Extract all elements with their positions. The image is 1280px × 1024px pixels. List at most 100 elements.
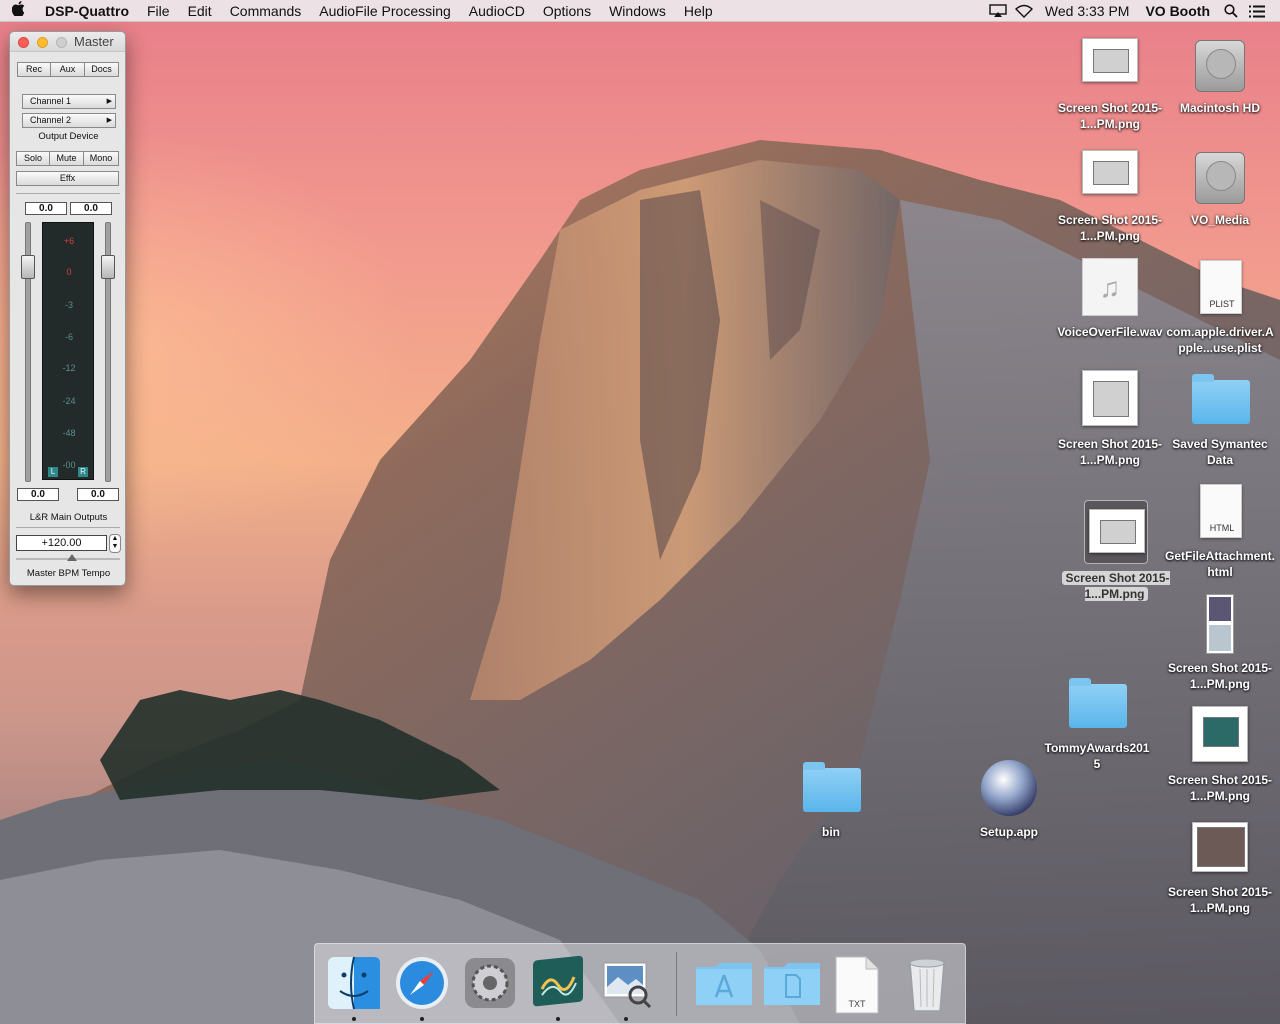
text-document-dock-icon[interactable]: TXT	[834, 955, 890, 1014]
notification-center-icon[interactable]	[1244, 0, 1270, 22]
meter-tick: -12	[62, 363, 76, 373]
desktop-icon-screenshot[interactable]: Screen Shot 2015-1...PM.png	[1165, 706, 1275, 804]
desktop-icon-bin[interactable]: bin	[776, 758, 886, 840]
desktop-icon-screenshot[interactable]: Screen Shot 2015-1...PM.png	[1055, 34, 1165, 132]
desktop-icon-screenshot[interactable]: Screen Shot 2015-1...PM.png	[1165, 594, 1275, 692]
chevron-up-icon[interactable]: ▲	[110, 535, 120, 543]
channel-2-label: Channel 2	[30, 115, 72, 125]
close-button[interactable]	[18, 37, 29, 48]
image-file-icon	[1190, 706, 1250, 766]
right-output-value[interactable]: 0.0	[77, 488, 119, 501]
bpm-slider-knob[interactable]	[67, 554, 77, 561]
safari-dock-icon[interactable]	[394, 955, 450, 1021]
bpm-field[interactable]: +120.00	[16, 535, 107, 551]
menu-audiofile-processing[interactable]: AudioFile Processing	[310, 0, 460, 22]
airplay-icon[interactable]	[985, 0, 1011, 22]
master-window-title: Master	[74, 34, 114, 49]
desktop-icon-vo-media[interactable]: VO_Media	[1165, 146, 1275, 228]
image-file-icon	[1080, 34, 1140, 94]
apple-menu-icon[interactable]	[0, 1, 36, 20]
desktop-icon-screenshot[interactable]: Screen Shot 2015-1...PM.png	[1165, 818, 1275, 916]
wifi-icon[interactable]	[1011, 0, 1037, 22]
right-gain-value[interactable]: 0.0	[70, 202, 112, 215]
menu-windows[interactable]: Windows	[600, 0, 675, 22]
desktop-icon-label: Screen Shot 2015-1...PM.png	[1061, 570, 1171, 602]
menu-bar-extras: Wed 3:33 PM VO Booth	[985, 0, 1270, 22]
hard-disk-icon	[1190, 146, 1250, 206]
chevron-right-icon: ▶	[106, 117, 112, 124]
desktop-icon-screenshot[interactable]: Screen Shot 2015-1...PM.png	[1055, 370, 1165, 468]
master-tabs: Rec Aux Docs	[17, 62, 119, 77]
preview-dock-icon[interactable]	[598, 955, 654, 1021]
spotlight-search-icon[interactable]	[1218, 0, 1244, 22]
meter-right-label: R	[78, 467, 88, 477]
chevron-down-icon[interactable]: ▼	[110, 543, 120, 551]
solo-button[interactable]: Solo	[16, 151, 50, 166]
left-output-value[interactable]: 0.0	[17, 488, 59, 501]
app-menu[interactable]: DSP-Quattro	[36, 0, 138, 22]
trash-dock-icon[interactable]	[902, 955, 958, 1012]
mono-button[interactable]: Mono	[84, 151, 119, 166]
right-fader-knob[interactable]	[101, 255, 115, 279]
meter-left-label: L	[48, 467, 58, 477]
desktop-icon-screenshot[interactable]: Screen Shot 2015-1...PM.png	[1055, 146, 1165, 244]
running-indicator	[420, 1017, 424, 1021]
menu-options[interactable]: Options	[534, 0, 600, 22]
menu-user[interactable]: VO Booth	[1137, 0, 1218, 22]
desktop-icon-label: GetFileAttachment.html	[1165, 549, 1276, 579]
meter-tick: -24	[62, 396, 76, 406]
effx-button[interactable]: Effx	[16, 171, 119, 186]
desktop-icon-screenshot-selected[interactable]: Screen Shot 2015-1...PM.png	[1061, 500, 1171, 602]
image-file-icon	[1190, 818, 1250, 878]
desktop-icon-label: Setup.app	[979, 825, 1038, 839]
bpm-stepper[interactable]: ▲ ▼	[109, 534, 121, 553]
image-file-icon	[1080, 146, 1140, 206]
plist-file-icon: PLIST	[1190, 258, 1250, 318]
left-gain-value[interactable]: 0.0	[25, 202, 67, 215]
hard-disk-icon	[1190, 34, 1250, 94]
desktop-icon-plist[interactable]: PLIST com.apple.driver.Apple...use.plist	[1165, 258, 1275, 356]
menu-bar: DSP-Quattro File Edit Commands AudioFile…	[0, 0, 1280, 22]
menu-commands[interactable]: Commands	[221, 0, 311, 22]
image-file-icon	[1190, 594, 1250, 654]
rec-button[interactable]: Rec	[17, 62, 51, 77]
channel-2-select[interactable]: Channel 2 ▶	[22, 113, 116, 128]
output-device-label: Output Device	[38, 131, 99, 142]
finder-dock-icon[interactable]	[326, 955, 382, 1021]
zoom-button[interactable]	[56, 37, 67, 48]
menu-help[interactable]: Help	[675, 0, 722, 22]
folder-icon	[1190, 370, 1250, 430]
desktop-icon-label: Screen Shot 2015-1...PM.png	[1167, 661, 1273, 691]
desktop-icon-voiceoverfile[interactable]: ♫ VoiceOverFile.wav	[1055, 258, 1165, 340]
meter-tick: 0	[66, 267, 72, 277]
cinema4d-app-icon	[979, 758, 1039, 818]
master-window: Master Rec Aux Docs Channel 1 ▶ Channel …	[9, 31, 126, 586]
master-titlebar[interactable]: Master	[10, 32, 125, 52]
menu-edit[interactable]: Edit	[179, 0, 221, 22]
folder-icon	[1067, 674, 1127, 734]
minimize-button[interactable]	[37, 37, 48, 48]
menu-file[interactable]: File	[138, 0, 179, 22]
bpm-label: Master BPM Tempo	[26, 568, 111, 579]
documents-folder-dock-icon[interactable]	[762, 955, 820, 1011]
dock-separator	[676, 952, 677, 1016]
desktop-icon-macintosh-hd[interactable]: Macintosh HD	[1165, 34, 1275, 116]
channel-1-select[interactable]: Channel 1 ▶	[22, 94, 116, 109]
desktop-icon-setup-app[interactable]: Setup.app	[954, 758, 1064, 840]
aux-button[interactable]: Aux	[51, 62, 85, 77]
system-preferences-dock-icon[interactable]	[462, 955, 518, 1011]
running-indicator	[624, 1017, 628, 1021]
meter-tick: -3	[64, 300, 73, 310]
mute-button[interactable]: Mute	[50, 151, 84, 166]
docs-button[interactable]: Docs	[85, 62, 119, 77]
applications-folder-dock-icon[interactable]	[694, 955, 752, 1011]
dock: TXT	[314, 943, 966, 1024]
desktop-icon-label: Screen Shot 2015-1...PM.png	[1057, 437, 1163, 467]
desktop-icon-html[interactable]: HTML GetFileAttachment.html	[1165, 482, 1275, 580]
desktop-icon-saved-symantec-data[interactable]: Saved Symantec Data	[1165, 370, 1275, 468]
menu-audiocd[interactable]: AudioCD	[460, 0, 534, 22]
meter-tick: +6	[63, 236, 75, 246]
dsp-quattro-dock-icon[interactable]	[530, 955, 586, 1021]
menu-clock[interactable]: Wed 3:33 PM	[1037, 0, 1138, 22]
left-fader-knob[interactable]	[21, 255, 35, 279]
